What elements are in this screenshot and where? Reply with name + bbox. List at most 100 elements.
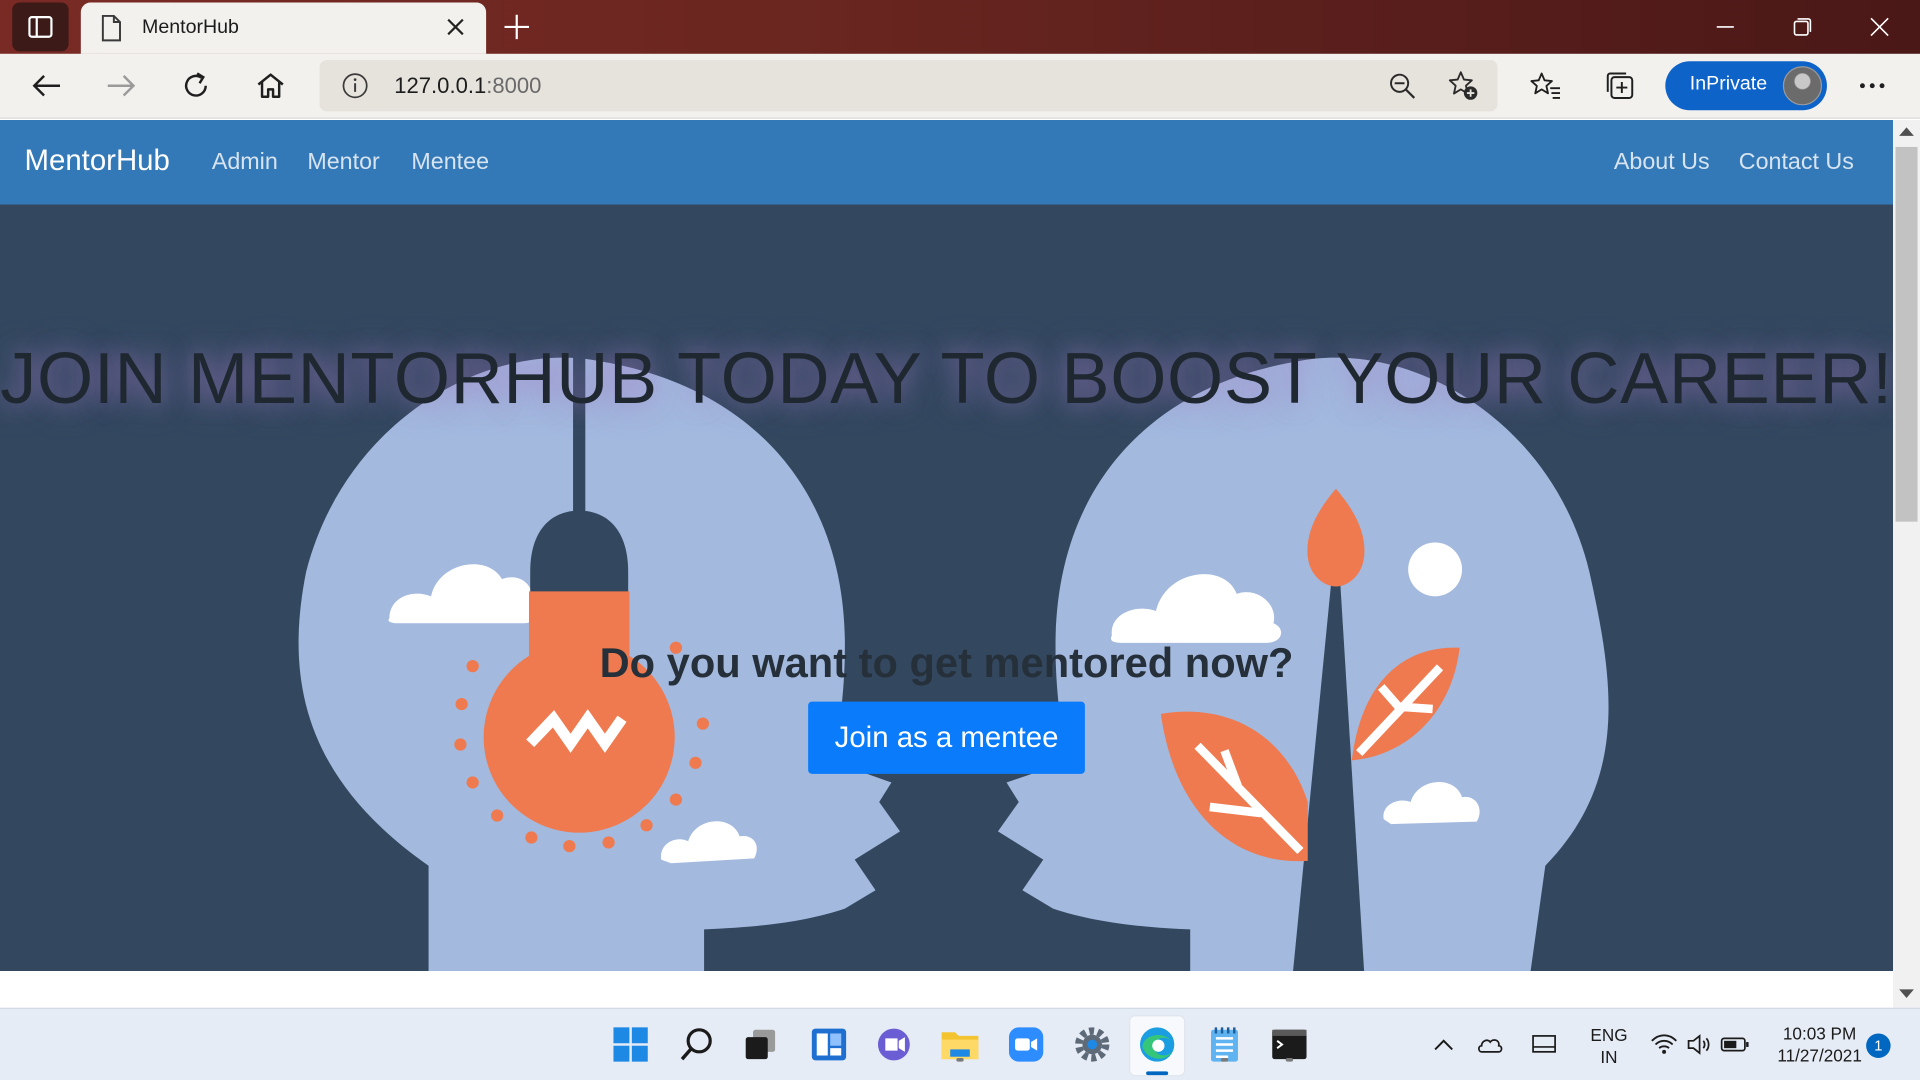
browser-tab[interactable]: MentorHub <box>80 2 487 54</box>
info-icon[interactable] <box>342 72 369 99</box>
nav-link-about-us[interactable]: About Us <box>1614 149 1710 176</box>
widgets-button[interactable] <box>808 1024 850 1066</box>
chevron-up-icon <box>1434 1039 1453 1051</box>
restore-icon <box>1793 18 1812 36</box>
speaker-icon <box>1687 1034 1710 1055</box>
tray-overflow-button[interactable] <box>1423 1024 1465 1066</box>
url-host: 127.0.0.1 <box>394 73 487 98</box>
zoom-app-button[interactable] <box>1005 1024 1047 1066</box>
zoom-icon <box>1008 1027 1044 1062</box>
notepad-app-button[interactable] <box>1204 1024 1246 1066</box>
restore-button[interactable] <box>1778 7 1827 46</box>
clock-time: 10:03 PM <box>1782 1023 1857 1044</box>
forward-button[interactable] <box>99 64 143 108</box>
running-indicator <box>1220 1057 1229 1062</box>
refresh-button[interactable] <box>174 64 218 108</box>
onedrive-button[interactable] <box>1469 1024 1511 1066</box>
search-button[interactable] <box>676 1024 718 1066</box>
display-icon <box>1532 1035 1556 1053</box>
avatar <box>1782 66 1823 106</box>
browser-titlebar: MentorHub <box>0 0 1920 54</box>
url-port: :8000 <box>486 73 542 98</box>
scroll-down-arrow-icon[interactable] <box>1899 989 1914 998</box>
hero-title: JOIN MENTORHUB TODAY TO BOOST YOUR CAREE… <box>0 337 1893 419</box>
close-icon <box>447 18 464 36</box>
arrow-right-icon <box>107 75 136 97</box>
minimize-icon <box>1716 26 1734 28</box>
battery-icon <box>1720 1037 1749 1052</box>
zoom-out-button[interactable] <box>1380 64 1424 108</box>
clock[interactable]: 10:03 PM 11/27/2021 <box>1763 1022 1876 1066</box>
close-window-button[interactable] <box>1855 7 1904 46</box>
cloud-icon <box>1478 1039 1503 1053</box>
url-text[interactable]: 127.0.0.1:8000 <box>394 73 541 99</box>
start-icon <box>613 1027 648 1062</box>
language-region: IN <box>1600 1046 1618 1067</box>
add-favorite-button[interactable] <box>1441 64 1485 108</box>
task-view-icon <box>745 1029 776 1060</box>
teams-chat-icon <box>877 1028 910 1061</box>
tab-actions-button[interactable] <box>12 2 69 52</box>
minimize-button[interactable] <box>1701 7 1750 46</box>
site-navbar: MentorHub Admin Mentor Mentee About Us C… <box>0 120 1894 205</box>
refresh-icon <box>184 72 207 97</box>
settings-app-button[interactable] <box>1071 1024 1113 1066</box>
star-add-icon <box>1448 71 1478 100</box>
site-brand[interactable]: MentorHub <box>24 144 169 178</box>
nav-link-admin[interactable]: Admin <box>212 149 278 176</box>
more-icon <box>1860 83 1885 89</box>
hero-section: JOIN MENTORHUB TODAY TO BOOST YOUR CAREE… <box>0 204 1894 972</box>
nav-link-contact-us[interactable]: Contact Us <box>1739 149 1854 176</box>
file-explorer-icon <box>941 1032 979 1060</box>
back-button[interactable] <box>24 64 68 108</box>
new-tab-button[interactable] <box>500 10 534 44</box>
page-blank-area <box>0 971 1894 1008</box>
inprivate-label: InPrivate <box>1689 73 1768 95</box>
notification-badge[interactable]: 1 <box>1866 1033 1891 1058</box>
nav-link-mentor[interactable]: Mentor <box>307 149 379 176</box>
tab-actions-icon <box>28 16 53 38</box>
terminal-app-button[interactable] <box>1269 1024 1311 1066</box>
zoom-out-icon <box>1390 73 1416 99</box>
search-icon <box>680 1028 712 1061</box>
arrow-left-icon <box>32 75 61 97</box>
file-explorer-button[interactable] <box>939 1024 981 1066</box>
scroll-up-arrow-icon[interactable] <box>1899 127 1914 136</box>
language-indicator[interactable]: ENG IN <box>1584 1024 1633 1068</box>
nav-link-mentee[interactable]: Mentee <box>411 149 489 176</box>
home-button[interactable] <box>249 64 293 108</box>
windows-taskbar: ENG IN 10:03 PM 11/27/2021 1 <box>0 1007 1920 1080</box>
settings-more-button[interactable] <box>1850 64 1894 108</box>
running-indicator <box>956 1057 964 1062</box>
terminal-icon <box>1272 1029 1307 1060</box>
join-as-mentee-button[interactable]: Join as a mentee <box>808 701 1085 774</box>
volume-button[interactable] <box>1678 1024 1720 1066</box>
collections-icon <box>1606 72 1634 99</box>
widgets-icon <box>811 1028 847 1061</box>
display-button[interactable] <box>1523 1024 1565 1066</box>
page-viewport: MentorHub Admin Mentor Mentee About Us C… <box>0 120 1894 972</box>
home-icon <box>257 73 284 98</box>
battery-button[interactable] <box>1714 1024 1756 1066</box>
language-code: ENG <box>1590 1024 1628 1045</box>
collections-button[interactable] <box>1598 64 1642 108</box>
favorites-button[interactable] <box>1523 64 1567 108</box>
edge-app-button[interactable] <box>1136 1024 1178 1066</box>
moon-shape <box>1408 542 1463 597</box>
inprivate-profile-button[interactable]: InPrivate <box>1665 61 1827 111</box>
address-bar[interactable]: 127.0.0.1:8000 <box>319 60 1498 112</box>
edge-icon <box>1140 1027 1175 1062</box>
plus-icon <box>504 14 529 40</box>
start-button[interactable] <box>610 1024 652 1066</box>
running-indicator <box>1285 1057 1294 1062</box>
favorites-icon <box>1530 72 1561 99</box>
tab-close-button[interactable] <box>442 13 469 40</box>
wifi-icon <box>1651 1034 1677 1054</box>
hero-question: Do you want to get mentored now? <box>599 640 1294 687</box>
task-view-button[interactable] <box>740 1024 782 1066</box>
settings-icon <box>1075 1027 1110 1062</box>
scroll-thumb[interactable] <box>1895 146 1918 522</box>
clock-date: 11/27/2021 <box>1777 1045 1862 1066</box>
vertical-scrollbar[interactable] <box>1893 120 1920 1008</box>
teams-chat-button[interactable] <box>873 1024 915 1066</box>
